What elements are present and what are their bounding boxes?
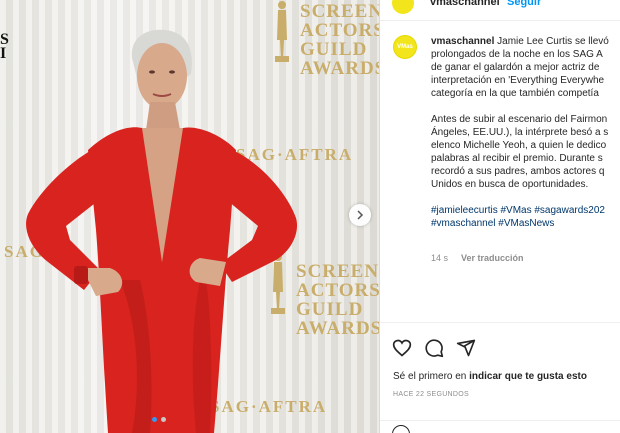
caption-paragraph-2: Antes de subir al escenario del Fairmon … <box>431 113 620 191</box>
post-header: vmaschannel Seguir <box>380 0 620 21</box>
comment-age: 14 s <box>431 253 449 263</box>
person-in-red-dress <box>26 29 298 433</box>
caption-line: de ganar el galardón a mejor actriz de <box>431 62 600 73</box>
caption-meta: 14 s Ver traducción <box>431 253 524 263</box>
post-timestamp: HACE 22 SEGUNDOS <box>393 391 469 398</box>
chevron-right-icon <box>357 210 364 220</box>
post-actions: Sé el primero en indicar que te gusta es… <box>380 322 620 433</box>
emoji-icon[interactable] <box>392 425 410 433</box>
heart-icon[interactable] <box>392 338 412 358</box>
header-avatar[interactable] <box>392 0 414 14</box>
likes-prefix: Sé el primero en <box>393 371 470 382</box>
follow-button[interactable]: Seguir <box>507 0 541 8</box>
like-link[interactable]: indicar que te gusta esto <box>469 371 587 382</box>
hashtag-line[interactable]: #jamieleecurtis #VMas #sagawards202 <box>431 204 620 217</box>
hashtags: #jamieleecurtis #VMas #sagawards202 #vma… <box>431 204 620 230</box>
carousel-next-button[interactable] <box>349 204 371 226</box>
caption-line: Ángeles, EE.UU.), la intérprete besó a s <box>431 127 609 138</box>
likes-text: Sé el primero en indicar que te gusta es… <box>393 371 587 382</box>
carousel-dot[interactable] <box>161 417 166 422</box>
avatar-text: VMas <box>397 44 413 50</box>
caption-line: prolongados de la noche en los SAG A <box>431 49 603 60</box>
caption-line: Antes de subir al escenario del Fairmon <box>431 114 608 125</box>
caption-line: palabras al recibir el premio. Durante s <box>431 153 603 164</box>
caption-text: vmaschannel Jamie Lee Curtis se llevó pr… <box>431 35 620 230</box>
carousel-dots <box>152 417 166 422</box>
post-media[interactable]: SI SCREEN ACTORS GUILD AWARDS SCREEN ACTORS G… <box>0 0 379 433</box>
caption-line: recordó a sus padres, ambos actores q <box>431 166 605 177</box>
caption-line: Jamie Lee Curtis se llevó <box>494 36 609 47</box>
hashtag-line[interactable]: #vmaschannel #VMasNews <box>431 217 620 230</box>
caption-line: elenco Michelle Yeoh, a quien le dedico <box>431 140 607 151</box>
action-icons <box>392 338 476 358</box>
carousel-dot-active[interactable] <box>152 417 157 422</box>
comment-icon[interactable] <box>424 338 444 358</box>
post-sidebar: vmaschannel Seguir VMas vmaschannel Jami… <box>379 0 620 433</box>
caption-line: categoría en la que también competía <box>431 88 599 99</box>
caption-username[interactable]: vmaschannel <box>431 36 494 47</box>
share-icon[interactable] <box>456 338 476 358</box>
caption-line: Unidos en busca de oportunidades. <box>431 179 589 190</box>
translate-link[interactable]: Ver traducción <box>461 253 524 263</box>
add-comment-bar[interactable] <box>380 420 620 433</box>
caption-avatar[interactable]: VMas <box>393 35 417 59</box>
caption-line: interpretación en 'Everything Everywhe <box>431 75 605 86</box>
header-username[interactable]: vmaschannel <box>430 0 500 8</box>
